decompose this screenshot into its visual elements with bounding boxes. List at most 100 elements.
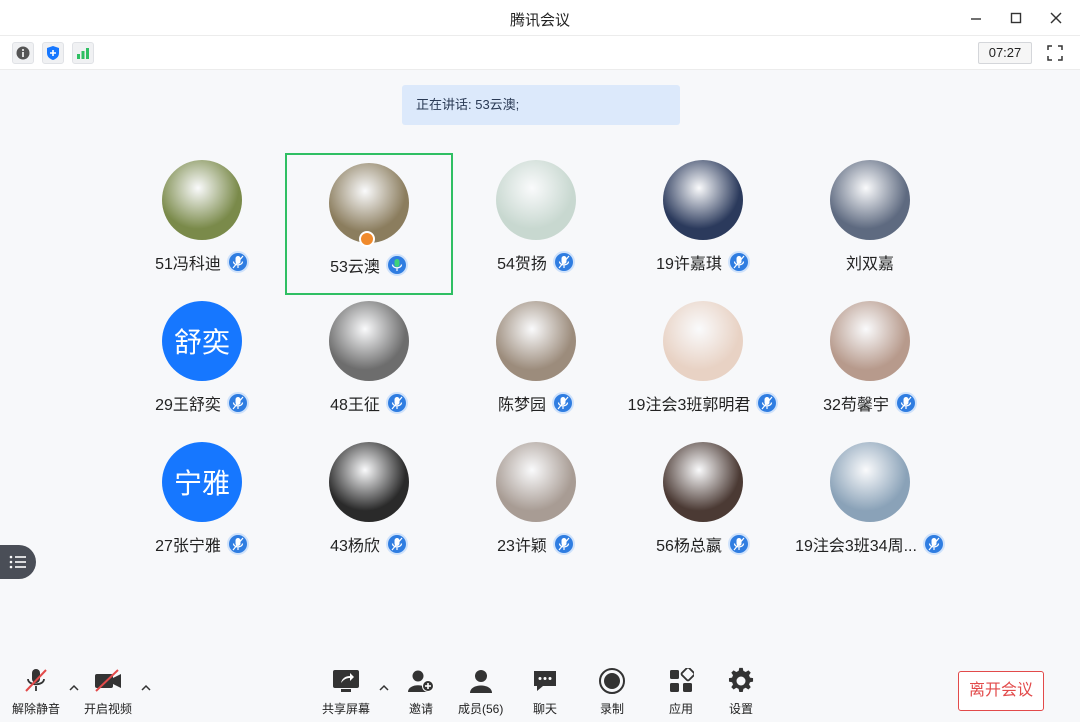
participant-tile[interactable]: 32苟馨宇 xyxy=(786,291,954,433)
meeting-control-bar: 解除静音 开启视频 共享屏幕 邀请 成员(56) 聊天 录制 应用 设置 离开会… xyxy=(0,660,1080,722)
title-bar: 腾讯会议 xyxy=(0,0,1080,36)
meeting-info-bar: 07:27 xyxy=(0,36,1080,70)
participant-name: 53云澳 xyxy=(330,259,380,276)
settings-button[interactable]: 设置 xyxy=(726,666,756,717)
start-video-button[interactable]: 开启视频 xyxy=(84,666,132,717)
avatar xyxy=(329,442,409,522)
avatar xyxy=(663,442,743,522)
avatar xyxy=(496,442,576,522)
window-title: 腾讯会议 xyxy=(509,12,570,29)
audio-options-chevron-icon[interactable] xyxy=(68,682,80,694)
participant-tile[interactable]: 48王征 xyxy=(285,291,453,433)
mic-status-icon xyxy=(552,251,575,273)
participant-name: 51冯科迪 xyxy=(155,256,221,273)
participant-name-row: 56杨总嬴 xyxy=(619,532,787,556)
participant-name: 23许颖 xyxy=(497,538,547,555)
list-icon xyxy=(9,555,26,569)
participant-tile[interactable]: 19许嘉琪 xyxy=(619,150,787,292)
close-icon xyxy=(1050,12,1062,24)
participant-tile[interactable]: 43杨欣 xyxy=(285,432,453,574)
security-button[interactable] xyxy=(42,42,64,64)
share-screen-button[interactable]: 共享屏幕 xyxy=(322,666,370,717)
mic-muted-icon xyxy=(21,666,51,696)
members-label: 成员(56) xyxy=(458,702,504,716)
avatar-text: 宁雅 xyxy=(162,442,242,522)
mic-status-icon xyxy=(385,533,408,555)
avatar xyxy=(663,160,743,240)
participant-name: 19注会3班34周... xyxy=(795,538,917,555)
apps-button[interactable]: 应用 xyxy=(666,666,696,717)
avatar xyxy=(162,160,242,240)
chat-button[interactable]: 聊天 xyxy=(530,666,560,717)
avatar xyxy=(663,301,743,381)
start-video-label: 开启视频 xyxy=(84,702,133,716)
minimize-button[interactable] xyxy=(966,7,986,29)
participant-name: 19许嘉琪 xyxy=(656,256,722,273)
participant-name: 29王舒奕 xyxy=(155,397,221,414)
record-button[interactable]: 录制 xyxy=(597,666,627,717)
meeting-timer: 07:27 xyxy=(978,42,1032,64)
participant-tile[interactable]: 23许颖 xyxy=(452,432,620,574)
maximize-icon xyxy=(1010,12,1022,24)
chat-icon xyxy=(530,666,560,696)
participant-name-row: 19许嘉琪 xyxy=(619,250,787,274)
settings-label: 设置 xyxy=(728,702,753,716)
apps-icon xyxy=(666,666,696,696)
participant-name-row: 54贺扬 xyxy=(452,250,620,274)
close-button[interactable] xyxy=(1046,7,1066,29)
video-options-chevron-icon[interactable] xyxy=(140,682,152,694)
info-button[interactable] xyxy=(12,42,34,64)
mic-status-icon xyxy=(552,533,575,555)
fullscreen-button[interactable] xyxy=(1044,42,1066,64)
chat-label: 聊天 xyxy=(532,702,557,716)
participant-tile[interactable]: 54贺扬 xyxy=(452,150,620,292)
participant-name-row: 刘双嘉 xyxy=(786,250,954,274)
shield-icon xyxy=(47,46,59,60)
share-options-chevron-icon[interactable] xyxy=(378,682,390,694)
participant-name-row: 29王舒奕 xyxy=(118,391,286,415)
video-off-icon xyxy=(93,666,123,696)
avatar xyxy=(830,301,910,381)
participant-tile[interactable]: 刘双嘉 xyxy=(786,150,954,292)
mic-status-icon xyxy=(226,533,249,555)
members-button[interactable]: 成员(56) xyxy=(458,666,503,717)
invite-button[interactable]: 邀请 xyxy=(406,666,436,717)
avatar xyxy=(496,301,576,381)
mic-status-icon xyxy=(226,392,249,414)
participant-list-toggle[interactable] xyxy=(0,545,36,579)
participant-name: 27张宁雅 xyxy=(155,538,221,555)
participant-name-row: 27张宁雅 xyxy=(118,532,286,556)
gear-icon xyxy=(726,666,756,696)
participant-tile[interactable]: 56杨总嬴 xyxy=(619,432,787,574)
share-screen-icon xyxy=(331,666,361,696)
participant-tile[interactable]: 陈梦园 xyxy=(452,291,620,433)
maximize-button[interactable] xyxy=(1006,7,1026,29)
avatar-text: 舒奕 xyxy=(162,301,242,381)
participant-tile[interactable]: 53云澳 xyxy=(285,153,453,295)
record-label: 录制 xyxy=(599,702,624,716)
participant-name: 54贺扬 xyxy=(497,256,547,273)
participant-tile[interactable]: 宁雅 27张宁雅 xyxy=(118,432,286,574)
participant-name: 43杨欣 xyxy=(330,538,380,555)
avatar xyxy=(496,160,576,240)
window-controls xyxy=(966,7,1066,29)
participant-name-row: 48王征 xyxy=(285,391,453,415)
record-icon xyxy=(597,666,627,696)
apps-label: 应用 xyxy=(668,702,693,716)
participant-tile[interactable]: 51冯科迪 xyxy=(118,150,286,292)
participant-name-row: 陈梦园 xyxy=(452,391,620,415)
fullscreen-icon xyxy=(1047,45,1063,61)
unmute-label: 解除静音 xyxy=(12,702,61,716)
avatar xyxy=(830,442,910,522)
participant-name-row: 32苟馨宇 xyxy=(786,391,954,415)
participant-tile[interactable]: 19注会3班34周... xyxy=(786,432,954,574)
participant-name: 19注会3班郭明君 xyxy=(627,397,751,414)
network-status-button[interactable] xyxy=(72,42,94,64)
info-icon xyxy=(16,46,30,60)
participant-tile[interactable]: 舒奕 29王舒奕 xyxy=(118,291,286,433)
leave-meeting-button[interactable]: 离开会议 xyxy=(958,671,1044,711)
participant-tile[interactable]: 19注会3班郭明君 xyxy=(619,291,787,433)
mic-status-icon xyxy=(922,533,945,555)
unmute-button[interactable]: 解除静音 xyxy=(12,666,60,717)
participant-name-row: 51冯科迪 xyxy=(118,250,286,274)
